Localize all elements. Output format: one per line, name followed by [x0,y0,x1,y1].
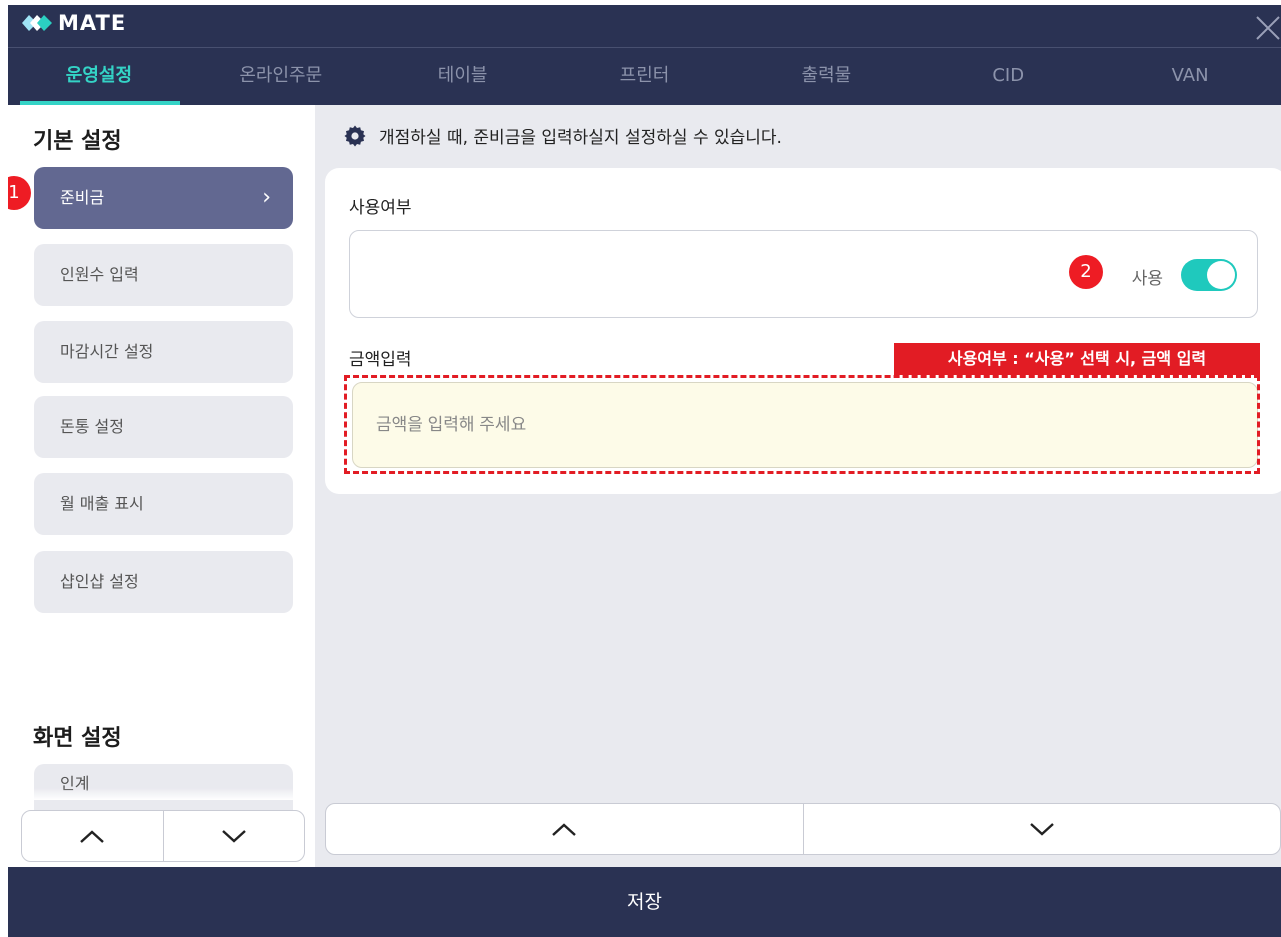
section-title-basic: 기본 설정 [33,129,122,154]
tab-bar: 운영설정 온라인주문 테이블 프린터 출력물 CID VAN [8,47,1281,105]
chevron-up-icon [80,830,105,843]
tab-printer[interactable]: 프린터 [554,48,736,105]
sidebar-item-label: 돈통 설정 [60,417,124,436]
app-logo: MATE [20,11,126,35]
sidebar-item-label: 월 매출 표시 [60,494,144,513]
info-text: 개점하실 때, 준비금을 입력하실지 설정하실 수 있습니다. [379,128,782,148]
logo-mark-icon [22,15,52,31]
title-bar: MATE [8,5,1281,47]
use-label: 사용여부 [349,198,412,218]
sidebar-item-reserve-fund[interactable]: 준비금 › [34,167,293,229]
section-title-screen: 화면 설정 [33,726,122,751]
sidebar-item-label: 샵인샵 설정 [60,572,139,591]
content-scroll-down-button[interactable] [804,804,1281,854]
tab-table[interactable]: 테이블 [372,48,554,105]
tab-van[interactable]: VAN [1099,48,1281,105]
sidebar-scroll-down-button[interactable] [164,811,305,861]
gear-icon [344,125,366,146]
amount-label: 금액입력 [349,350,412,370]
sidebar-item-headcount[interactable]: 인원수 입력 [34,244,293,306]
sidebar-item-cash-drawer[interactable]: 돈통 설정 [34,396,293,458]
chevron-right-icon: › [262,185,271,210]
toggle-label: 사용 [1131,269,1163,289]
tab-cid[interactable]: CID [917,48,1099,105]
use-toggle-switch[interactable] [1181,259,1237,291]
info-message: 개점하실 때, 준비금을 입력하실지 설정하실 수 있습니다. [343,123,782,148]
chevron-down-icon [1029,823,1054,836]
annotation-badge-2: 2 [1069,255,1103,289]
logo-text: MATE [58,11,127,35]
close-icon[interactable] [1251,11,1281,41]
annotation-note: 사용여부 : “사용” 선택 시, 금액 입력 [894,343,1260,375]
sidebar-scroll-nav [21,810,305,862]
toggle-knob [1207,261,1235,289]
tab-output[interactable]: 출력물 [735,48,917,105]
tab-online-order[interactable]: 온라인주문 [190,48,372,105]
sidebar-item-label: 마감시간 설정 [60,342,154,361]
scroll-fade [8,788,315,800]
sidebar-item-monthly-sales[interactable]: 월 매출 표시 [34,473,293,535]
sidebar: 기본 설정 준비금 › 인원수 입력 마감시간 설정 돈통 설정 월 매출 표시… [8,105,315,872]
sidebar-item-label: 인원수 입력 [60,265,139,284]
content-scroll-nav [325,803,1281,855]
use-toggle-row: 사용 [349,230,1258,318]
tab-operation-settings[interactable]: 운영설정 [8,48,190,105]
sidebar-scroll-up-button[interactable] [22,811,164,861]
sidebar-item-label: 준비금 [60,188,105,207]
content-scroll-up-button[interactable] [326,804,804,854]
app-window: MATE 운영설정 온라인주문 테이블 프린터 출력물 CID VAN 기본 설… [8,5,1281,937]
sidebar-item-closing-time[interactable]: 마감시간 설정 [34,321,293,383]
save-button[interactable]: 저장 [8,867,1281,937]
sidebar-item-shop-in-shop[interactable]: 샵인샵 설정 [34,551,293,613]
chevron-down-icon [221,830,246,843]
chevron-up-icon [552,823,577,836]
annotation-highlight-box [344,375,1260,474]
